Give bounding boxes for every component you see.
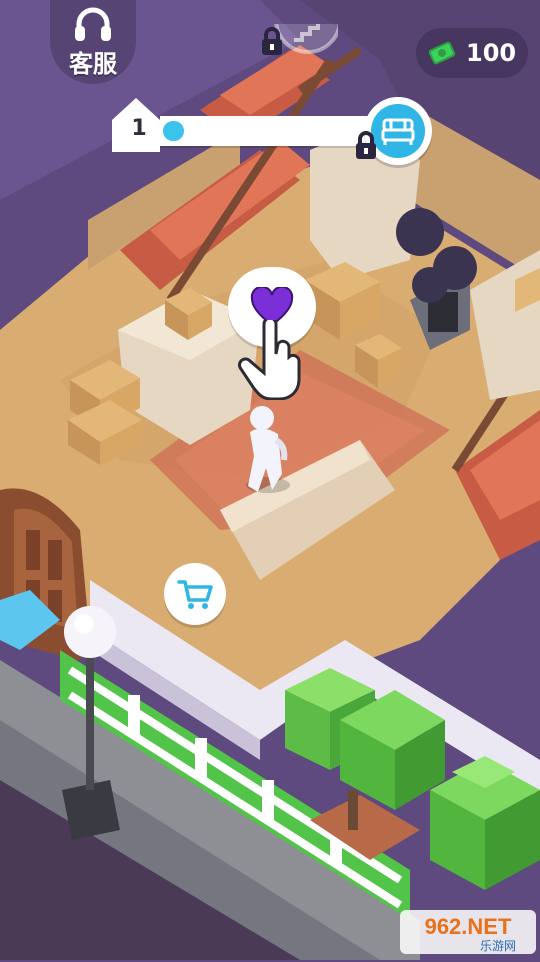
level-progress-fill [163,121,184,141]
shop-cart-button[interactable] [164,563,226,625]
bed-icon [381,118,415,145]
headset-icon [75,7,111,41]
site-watermark: 962.NET 乐游网 [398,906,538,958]
watermark-site: 962.NET [425,914,512,939]
watermark-subtitle: 乐游网 [480,939,516,953]
lock-icon [356,131,376,159]
level-progress-bar [160,116,380,146]
stairs-lock-icon [258,0,342,68]
cash-icon [428,41,456,65]
level-number: 1 [131,116,147,141]
tap-hand-icon [238,320,301,400]
currency-counter: 100 [416,28,528,78]
shopping-cart-icon [177,580,213,609]
customer-support-label: 客服 [69,50,117,78]
customer-support-button[interactable]: 客服 [50,0,136,84]
currency-value: 100 [466,39,517,67]
